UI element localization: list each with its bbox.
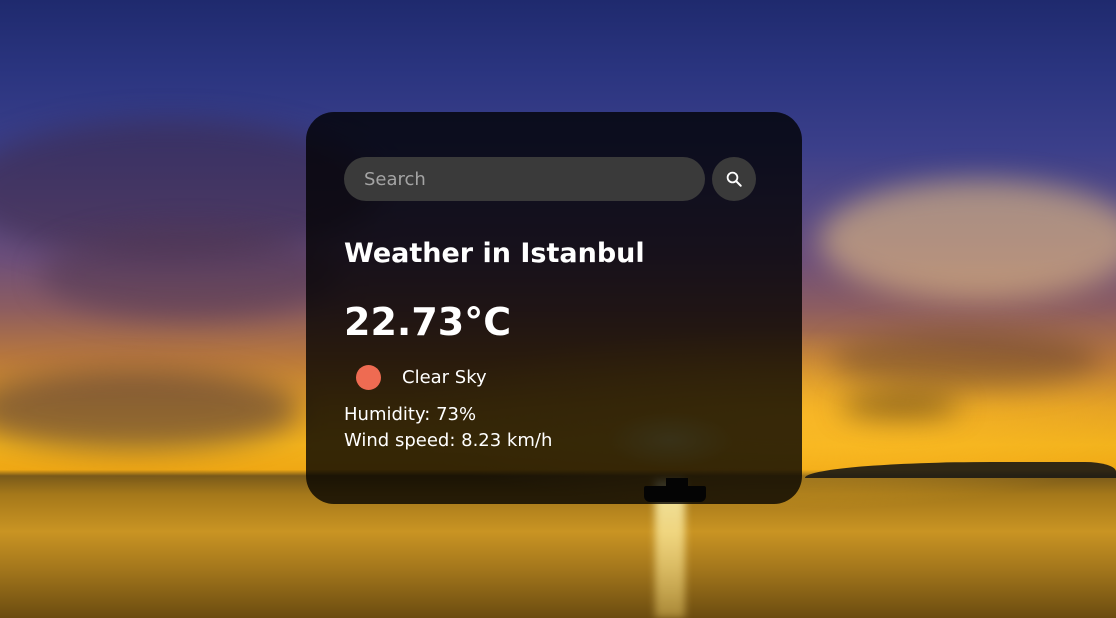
search-bar <box>344 157 764 201</box>
cloud-shape <box>830 330 1100 390</box>
cloud-shape <box>40 230 340 320</box>
condition-label: Clear Sky <box>402 366 487 388</box>
cloud-shape <box>0 370 300 450</box>
search-icon <box>726 171 742 187</box>
weather-card: Weather in Istanbul 22.73°C Clear Sky Hu… <box>306 112 802 504</box>
sun-icon <box>356 365 381 390</box>
temperature-value: 22.73°C <box>344 300 512 344</box>
cloud-shape <box>820 180 1116 300</box>
cloud-shape <box>840 395 960 417</box>
search-input[interactable] <box>344 157 705 201</box>
distant-shoreline <box>805 462 1116 478</box>
wind-speed-label: Wind speed: 8.23 km/h <box>344 430 553 451</box>
weather-condition: Clear Sky <box>344 365 764 390</box>
city-title: Weather in Istanbul <box>344 238 645 269</box>
humidity-label: Humidity: 73% <box>344 404 477 425</box>
search-button[interactable] <box>712 157 756 201</box>
